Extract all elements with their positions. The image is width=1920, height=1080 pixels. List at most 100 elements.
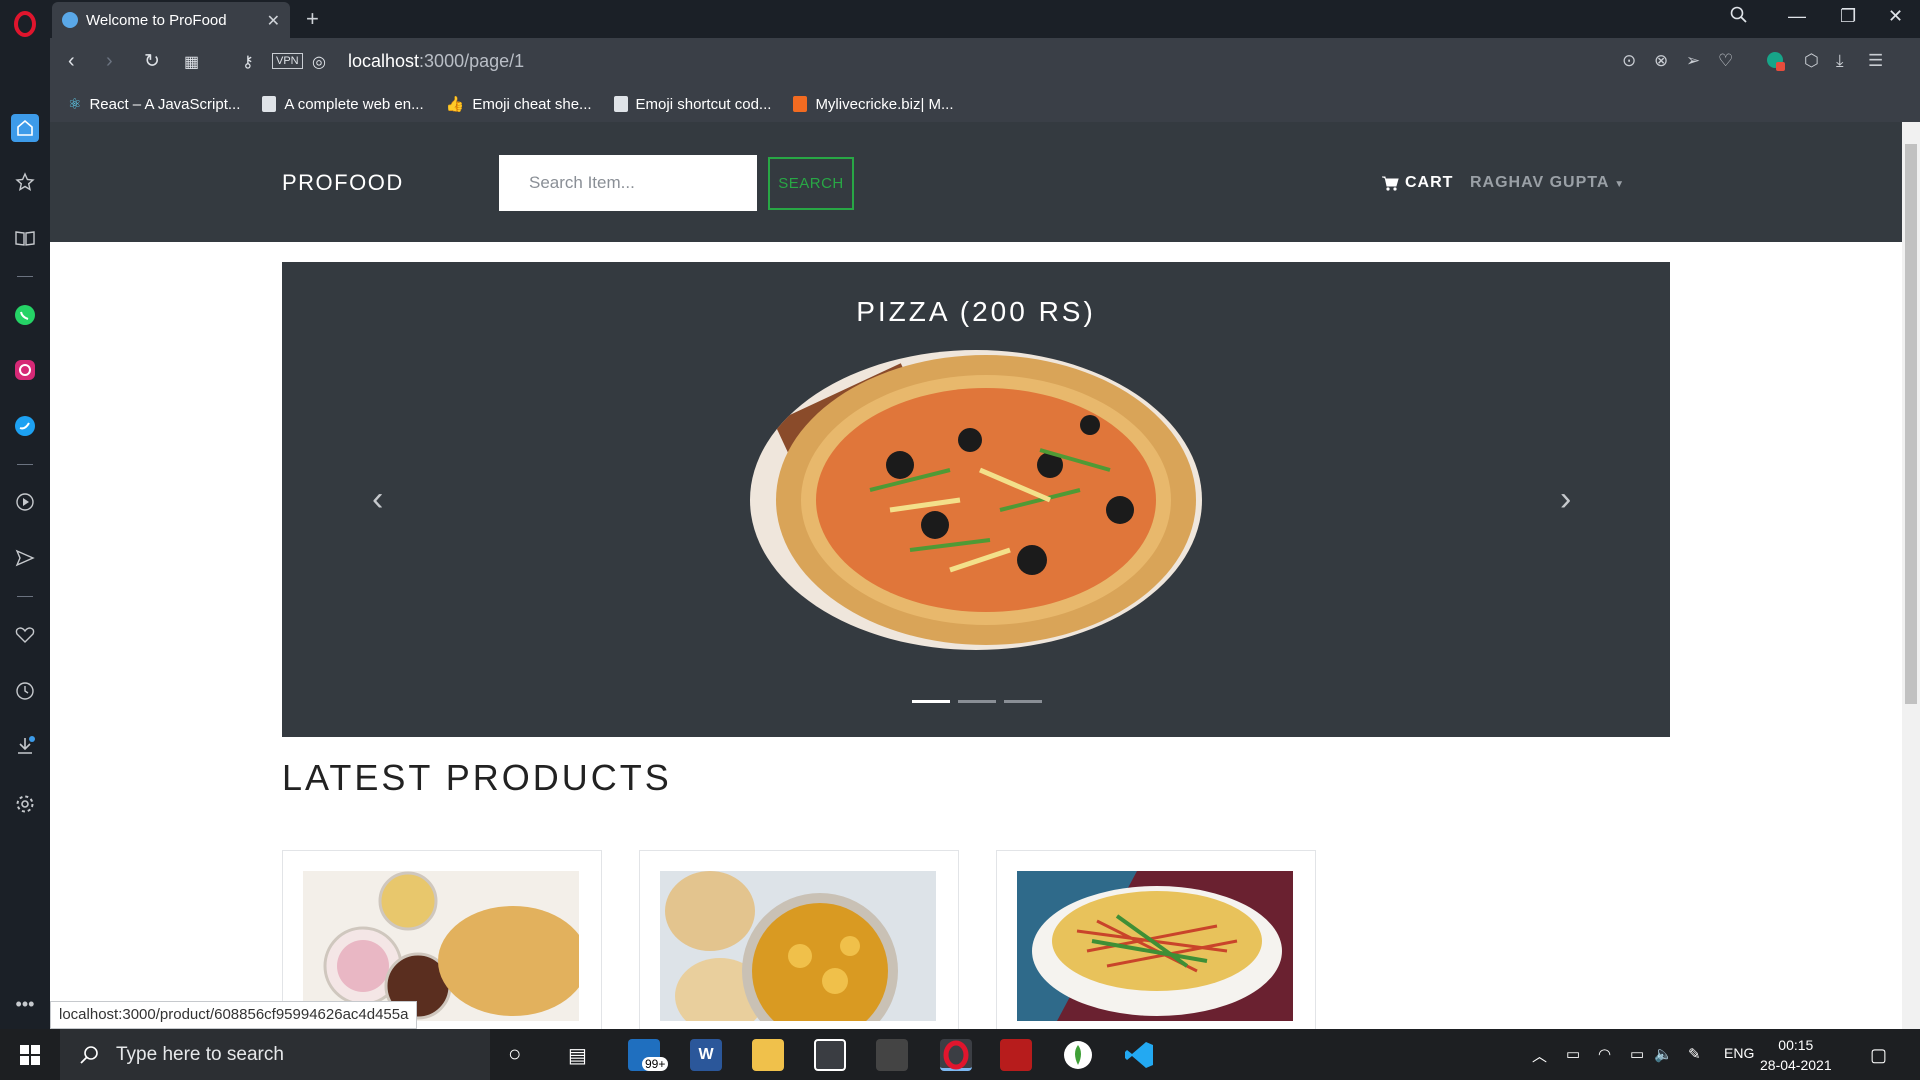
snapshot-camera-icon[interactable]: ⊙ <box>1622 51 1636 71</box>
volume-icon[interactable]: 🔈 <box>1654 1045 1673 1063</box>
close-window-icon[interactable]: ✕ <box>1888 6 1903 27</box>
windows-start-icon[interactable] <box>20 1045 40 1070</box>
carousel-next-icon[interactable]: › <box>1560 480 1571 519</box>
cube-icon[interactable]: ⬡ <box>1804 51 1819 71</box>
address-bar-row: ‹ › ↻ ▦ ⚷ VPN ◎ localhost:3000/page/1 ⊙ … <box>50 38 1920 86</box>
slide-title[interactable]: PIZZA (200 RS) <box>282 296 1670 328</box>
send-icon[interactable]: ➢ <box>1686 51 1700 71</box>
carousel-indicator[interactable] <box>912 700 950 703</box>
web-page-viewport: PROFOOD SEARCH CART RAGHAV GUPTA ▼ PIZZA… <box>50 122 1902 1029</box>
bookmark-label: Mylivecricke.biz| M... <box>815 95 954 113</box>
carousel-indicator[interactable] <box>1004 700 1042 703</box>
active-tab[interactable]: Welcome to ProFood ✕ <box>52 2 290 38</box>
settings-gear-icon[interactable] <box>11 790 39 818</box>
forward-chevron-icon[interactable]: › <box>106 50 113 73</box>
tab-title: Welcome to ProFood <box>86 11 227 29</box>
pinboard-heart-icon[interactable] <box>11 621 39 649</box>
cart-label: CART <box>1405 174 1454 191</box>
flow-send-icon[interactable] <box>11 544 39 572</box>
heart-icon[interactable]: ♡ <box>1718 51 1733 71</box>
downloads-icon[interactable] <box>11 732 39 760</box>
clock-date: 28-04-2021 <box>1760 1057 1832 1073</box>
carousel-prev-icon[interactable]: ‹ <box>372 480 383 519</box>
clock[interactable]: 00:15 28-04-2021 <box>1760 1035 1832 1075</box>
product-card[interactable] <box>639 850 959 1029</box>
wifi-icon[interactable]: ◠ <box>1598 1045 1611 1063</box>
extension-icon[interactable] <box>1766 51 1786 76</box>
caret-down-icon: ▼ <box>1614 179 1626 190</box>
meet-now-icon[interactable]: ▭ <box>1566 1045 1580 1063</box>
product-image[interactable] <box>660 871 936 1021</box>
taskbar-search-placeholder: Type here to search <box>116 1043 284 1065</box>
pen-icon[interactable]: ✎ <box>1688 1045 1701 1063</box>
opera-taskbar-icon[interactable] <box>940 1039 972 1071</box>
adblock-icon[interactable]: ⊗ <box>1654 51 1668 71</box>
bookmark-item[interactable]: ⚛ React – A JavaScript... <box>68 95 240 114</box>
file-explorer-icon[interactable] <box>752 1039 784 1071</box>
key-icon[interactable]: ⚷ <box>242 52 254 72</box>
url-path: :3000/page/1 <box>419 51 525 71</box>
store-app-icon[interactable] <box>814 1039 846 1071</box>
game-app-icon[interactable] <box>1000 1039 1032 1071</box>
tab-close-icon[interactable]: ✕ <box>267 11 280 31</box>
bookmark-item[interactable]: Mylivecricke.biz| M... <box>793 95 954 113</box>
vpn-badge[interactable]: VPN <box>272 53 303 69</box>
new-tab-plus-icon[interactable]: + <box>306 6 319 32</box>
minimize-icon[interactable]: — <box>1788 6 1806 27</box>
carousel-indicators <box>912 700 1042 703</box>
bookmark-item[interactable]: A complete web en... <box>262 96 424 113</box>
search-tabs-icon[interactable] <box>1730 6 1748 29</box>
section-title: LATEST PRODUCTS <box>282 757 672 798</box>
twitter-icon[interactable] <box>11 412 39 440</box>
cortana-icon[interactable]: ○ <box>508 1041 521 1067</box>
taskbar-search-box[interactable]: Type here to search <box>60 1029 490 1080</box>
scrollbar-thumb[interactable] <box>1905 144 1917 704</box>
page-scrollbar[interactable] <box>1902 122 1920 1029</box>
easy-setup-icon[interactable]: ☰ <box>1868 51 1883 71</box>
product-image[interactable] <box>1017 871 1293 1021</box>
user-dropdown[interactable]: RAGHAV GUPTA ▼ <box>1470 174 1625 192</box>
reload-icon[interactable]: ↻ <box>144 50 160 73</box>
mail-badge: 99+ <box>642 1057 669 1071</box>
back-chevron-icon[interactable]: ‹ <box>68 50 75 73</box>
word-app-icon[interactable]: W <box>690 1039 722 1071</box>
product-card[interactable] <box>996 850 1316 1029</box>
instagram-icon[interactable] <box>11 356 39 384</box>
more-options-icon[interactable]: ••• <box>11 990 39 1018</box>
chevron-up-icon[interactable]: ︿ <box>1532 1045 1547 1066</box>
cart-link[interactable]: CART <box>1382 174 1453 192</box>
download-arrow-icon[interactable]: ⤓ <box>1836 51 1844 71</box>
browser-sidebar: ••• <box>0 0 50 1029</box>
language-indicator[interactable]: ENG <box>1724 1045 1754 1061</box>
bookmarks-star-icon[interactable] <box>11 168 39 196</box>
bookmark-item[interactable]: 👍 Emoji cheat she... <box>445 95 592 114</box>
app-icon[interactable] <box>876 1039 908 1071</box>
search-input[interactable] <box>499 155 757 211</box>
brand-logo-text[interactable]: PROFOOD <box>282 170 404 196</box>
bookmarks-bar: ⚛ React – A JavaScript... A complete web… <box>50 86 1920 122</box>
carousel-indicator[interactable] <box>958 700 996 703</box>
search-button[interactable]: SEARCH <box>768 157 854 210</box>
player-icon[interactable] <box>11 488 39 516</box>
url-field[interactable]: localhost:3000/page/1 <box>348 51 524 72</box>
product-image[interactable] <box>303 871 579 1021</box>
whatsapp-icon[interactable] <box>11 301 39 329</box>
speed-dial-icon[interactable] <box>11 114 39 142</box>
bookmark-item[interactable]: Emoji shortcut cod... <box>613 96 771 113</box>
pizza-image[interactable] <box>750 350 1202 650</box>
notifications-icon[interactable]: ▢ <box>1870 1045 1887 1066</box>
task-view-icon[interactable]: ▤ <box>568 1043 587 1068</box>
windows-taskbar: Type here to search ○ ▤ 99+ W ︿ ▭ ◠ ▭ 🔈 … <box>0 1029 1920 1080</box>
history-clock-icon[interactable] <box>11 677 39 705</box>
reading-list-icon[interactable] <box>11 224 39 252</box>
thumbs-up-icon: 👍 <box>445 96 465 113</box>
opera-logo-icon[interactable] <box>11 10 39 38</box>
battery-icon[interactable]: ▭ <box>1630 1045 1644 1063</box>
tabs-grid-icon[interactable]: ▦ <box>184 52 199 72</box>
mail-app-icon[interactable]: 99+ <box>628 1039 669 1071</box>
url-host: localhost <box>348 51 420 71</box>
restore-icon[interactable]: ❐ <box>1840 6 1856 27</box>
mongodb-icon[interactable] <box>1062 1039 1094 1071</box>
site-navbar: PROFOOD SEARCH CART RAGHAV GUPTA ▼ <box>50 122 1902 242</box>
vscode-icon[interactable] <box>1124 1039 1156 1071</box>
